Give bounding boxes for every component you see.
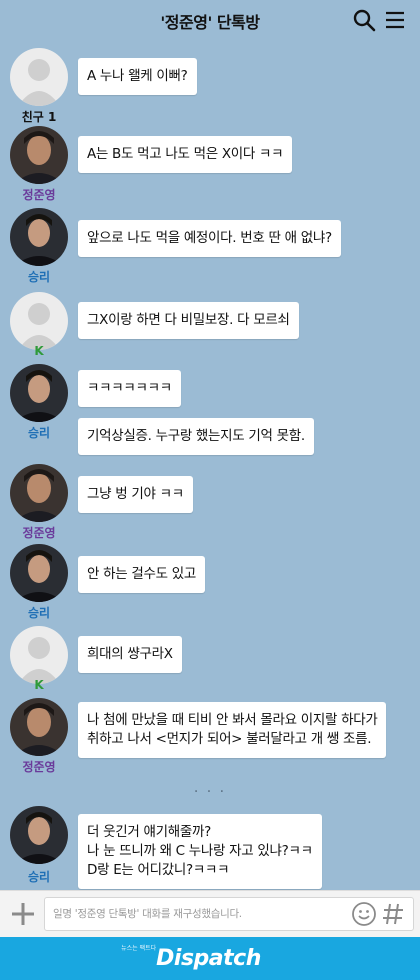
sender-name: 친구 1 xyxy=(21,110,57,124)
message-bubble[interactable]: 기억상실증. 누구랑 했는지도 기억 못함. xyxy=(78,418,314,455)
avatar-default[interactable] xyxy=(10,626,68,684)
message-bubble[interactable]: ㅋㅋㅋㅋㅋㅋㅋ xyxy=(78,370,181,407)
avatar-photo[interactable] xyxy=(10,544,68,602)
plus-icon[interactable] xyxy=(8,899,38,929)
footer-tagline: 뉴스는 팩트다 xyxy=(121,945,157,952)
avatar-default[interactable] xyxy=(10,48,68,106)
sender-name: 정준영 xyxy=(22,188,56,202)
sender-name: 승리 xyxy=(27,606,51,620)
avatar-photo[interactable] xyxy=(10,208,68,266)
message-bubble[interactable]: 더 웃긴거 얘기해줄까? 나 눈 뜨니까 왜 C 누나랑 자고 있냐?ㅋㅋ D랑… xyxy=(78,814,322,889)
input-placeholder: 일명 '정준영 단톡방' 대화를 재구성했습니다. xyxy=(53,908,242,920)
sender-name: K xyxy=(34,344,44,358)
sender-name: 승리 xyxy=(27,426,51,440)
message-bubble[interactable]: A 누나 왤케 이뻐? xyxy=(78,58,197,95)
dispatch-logo: Dispatch xyxy=(156,946,261,971)
message-bubble[interactable]: 그냥 벙 기야 ㅋㅋ xyxy=(78,476,193,513)
avatar-photo[interactable] xyxy=(10,126,68,184)
footer-banner: 뉴스는 팩트다 Dispatch xyxy=(0,937,420,980)
avatar-photo[interactable] xyxy=(10,806,68,864)
message-input[interactable]: 일명 '정준영 단톡방' 대화를 재구성했습니다. xyxy=(44,897,414,931)
search-icon[interactable] xyxy=(352,8,376,32)
message-bubble[interactable]: 안 하는 걸수도 있고 xyxy=(78,556,205,593)
message-input-bar: 일명 '정준영 단톡방' 대화를 재구성했습니다. xyxy=(0,890,420,937)
message-bubble[interactable]: 앞으로 나도 먹을 예정이다. 번호 딴 애 없냐? xyxy=(78,220,341,257)
sender-name: 정준영 xyxy=(22,760,56,774)
sender-name: 승리 xyxy=(27,870,51,884)
chat-title: '정준영' 단톡방 xyxy=(160,13,260,32)
sender-name: 정준영 xyxy=(22,526,56,540)
hash-icon[interactable] xyxy=(381,901,405,931)
ellipsis-divider: · · · xyxy=(193,784,227,800)
avatar-default[interactable] xyxy=(10,292,68,350)
avatar-photo[interactable] xyxy=(10,364,68,422)
avatar-photo[interactable] xyxy=(10,698,68,756)
sender-name: K xyxy=(34,678,44,692)
chat-log[interactable]: 친구 1 A 누나 왤케 이뻐? 정준영 A는 B도 먹고 나도 먹은 X이다 … xyxy=(0,42,420,890)
chat-header: '정준영' 단톡방 xyxy=(0,0,420,42)
emoji-icon[interactable] xyxy=(351,901,377,931)
menu-icon[interactable] xyxy=(384,8,406,32)
message-bubble[interactable]: 희대의 썅구라X xyxy=(78,636,182,673)
message-bubble[interactable]: 나 첨에 만났을 때 티비 안 봐서 몰라요 이지랄 하다가 취하고 나서 <먼… xyxy=(78,702,387,758)
avatar-photo[interactable] xyxy=(10,464,68,522)
message-bubble[interactable]: 그X이랑 하면 다 비밀보장. 다 모르쇠 xyxy=(78,302,299,339)
sender-name: 승리 xyxy=(27,270,51,284)
message-bubble[interactable]: A는 B도 먹고 나도 먹은 X이다 ㅋㅋ xyxy=(78,136,293,173)
